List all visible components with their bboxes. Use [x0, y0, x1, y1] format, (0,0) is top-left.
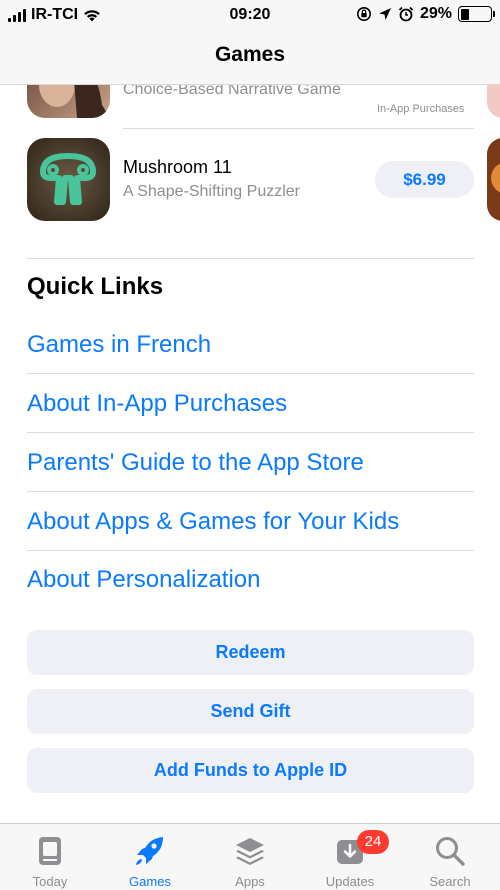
- battery-fill: [460, 8, 469, 20]
- add-funds-button[interactable]: Add Funds to Apple ID: [27, 748, 474, 793]
- updates-badge: 24: [357, 830, 389, 854]
- quick-link-personalization[interactable]: About Personalization: [27, 566, 260, 594]
- narrative-game-icon[interactable]: [27, 85, 110, 118]
- link-divider: [27, 491, 474, 492]
- location-arrow-icon: [378, 8, 391, 20]
- app-row-mushroom-11[interactable]: Mushroom 11 A Shape-Shifting Puzzler $6.…: [0, 138, 500, 228]
- tab-search[interactable]: Search: [400, 824, 500, 890]
- next-app-peek[interactable]: [487, 85, 500, 118]
- app-row-narrative-game[interactable]: Choice-Based Narrative Game In-App Purch…: [0, 85, 500, 125]
- quick-link-parents-guide[interactable]: Parents' Guide to the App Store: [27, 449, 364, 477]
- alarm-icon: [398, 6, 414, 22]
- rocket-icon: [136, 837, 163, 865]
- tab-label: Today: [32, 874, 68, 889]
- games-scroll-content[interactable]: Choice-Based Narrative Game In-App Purch…: [0, 85, 500, 823]
- row-divider: [123, 128, 474, 129]
- app-name: Mushroom 11: [123, 157, 232, 177]
- send-gift-button[interactable]: Send Gift: [27, 689, 474, 734]
- link-divider: [27, 373, 474, 374]
- section-divider: [27, 258, 474, 259]
- quick-link-in-app-purchases[interactable]: About In-App Purchases: [27, 390, 287, 418]
- redeem-button[interactable]: Redeem: [27, 630, 474, 675]
- page-title: Games: [214, 43, 286, 66]
- today-icon: [39, 837, 61, 865]
- navigation-bar: Games: [0, 30, 500, 85]
- mushroom-11-icon[interactable]: [27, 138, 110, 221]
- tab-today[interactable]: Today: [0, 824, 100, 890]
- price-button[interactable]: $6.99: [375, 161, 474, 198]
- status-right: 29%: [356, 5, 495, 23]
- battery-percent: 29%: [419, 5, 452, 22]
- rotation-lock-icon: [356, 7, 371, 21]
- in-app-purchases-note: In-App Purchases: [377, 103, 465, 115]
- link-divider: [27, 432, 474, 433]
- tab-label: Search: [429, 874, 471, 889]
- quick-links-title: Quick Links: [27, 273, 164, 300]
- tab-games[interactable]: Games: [100, 824, 200, 890]
- link-divider: [27, 550, 474, 551]
- tab-updates[interactable]: 24 Updates: [300, 824, 400, 890]
- app-subtitle: A Shape-Shifting Puzzler: [123, 183, 300, 200]
- tab-bar: Today Games Apps 24 Updates Search: [0, 823, 500, 890]
- app-subtitle: Choice-Based Narrative Game: [123, 85, 341, 98]
- next-app-peek[interactable]: [487, 138, 500, 221]
- quick-link-games-in-french[interactable]: Games in French: [27, 331, 211, 359]
- battery-icon: [458, 6, 495, 22]
- status-bar: IR-TCI 09:20 29%: [0, 0, 500, 30]
- quick-link-apps-games-kids[interactable]: About Apps & Games for Your Kids: [27, 508, 399, 536]
- tab-label: Games: [129, 874, 171, 889]
- tab-label: Apps: [235, 874, 265, 889]
- search-icon: [436, 837, 465, 866]
- tab-apps[interactable]: Apps: [200, 824, 300, 890]
- tab-label: Updates: [325, 874, 375, 889]
- layers-icon: [236, 838, 264, 865]
